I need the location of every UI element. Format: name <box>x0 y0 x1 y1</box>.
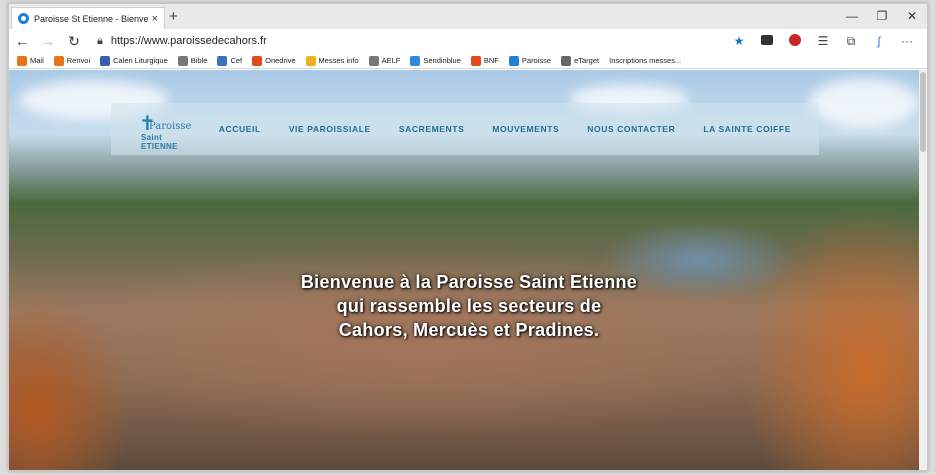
collections-icon[interactable]: ⧉ <box>837 34 865 49</box>
hero-line-1: Bienvenue à la Paroisse Saint Etienne <box>300 272 638 292</box>
extension-red-icon[interactable] <box>781 33 809 49</box>
bookmark-favicon-icon <box>561 55 572 66</box>
scrollbar-thumb[interactable] <box>920 72 926 152</box>
restore-button[interactable]: ❐ <box>867 4 897 29</box>
logo-line1: Paroisse <box>149 121 192 132</box>
bookmark-label: AELF <box>381 56 401 65</box>
bookmark-favicon-icon <box>508 55 519 66</box>
tab-bar: Paroisse St Etienne - Bienvenue × + — ❐ … <box>9 4 927 29</box>
bookmark-calen-liturgique[interactable]: Calen Liturgique <box>100 55 168 66</box>
bookmark-renvoi[interactable]: Renvoi <box>53 55 91 66</box>
page-scrollbar[interactable] <box>919 70 927 470</box>
bookmark-label: Paroisse <box>521 56 552 65</box>
bookmark-label: Sendinblue <box>423 56 461 65</box>
site-logo[interactable]: ✝ Paroisse Saint ETIENNE <box>111 103 192 155</box>
bookmark-sendinblue[interactable]: Sendinblue <box>410 55 461 66</box>
window-controls: — ❐ ✕ <box>837 4 927 29</box>
bookmark-favicon-icon <box>100 55 111 66</box>
bookmark-label: Cef <box>230 56 243 65</box>
web-page: ✝ Paroisse Saint ETIENNE ACCUEIL VIE PAR… <box>9 70 921 470</box>
bookmark-favicon-icon <box>177 55 188 66</box>
bookmark-aelf[interactable]: AELF <box>368 55 401 66</box>
site-menu: ACCUEIL VIE PAROISSIALE SACREMENTS MOUVE… <box>219 124 819 134</box>
tab-active[interactable]: Paroisse St Etienne - Bienvenue × <box>11 7 165 29</box>
browser-window: Paroisse St Etienne - Bienvenue × + — ❐ … <box>8 3 928 471</box>
minimize-button[interactable]: — <box>837 4 867 29</box>
bookmark-favicon-icon <box>470 55 481 66</box>
bookmark-label: BNF <box>483 56 499 65</box>
close-window-button[interactable]: ✕ <box>897 4 927 29</box>
menu-accueil[interactable]: ACCUEIL <box>219 124 261 134</box>
favorite-star-icon[interactable]: ★ <box>725 34 753 48</box>
bookmark-mail[interactable]: Mail <box>17 55 44 66</box>
bookmark-onedrive[interactable]: Onedrive <box>252 55 296 66</box>
address-toolbar: ← → ↻ 🔒︎ https://www.paroissedecahors.fr… <box>9 29 927 53</box>
bookmark-paroisse[interactable]: Paroisse <box>508 55 552 66</box>
bookmarks-bar: Mail Renvoi Calen Liturgique Bible Cef Onedri… <box>9 53 927 69</box>
bookmark-favicon-icon <box>305 55 316 66</box>
bookmark-label: eTarget <box>574 56 600 65</box>
address-bar[interactable]: https://www.paroissedecahors.fr <box>111 35 267 47</box>
menu-nous-contacter[interactable]: NOUS CONTACTER <box>587 124 675 134</box>
bookmark-favicon-icon <box>17 55 27 66</box>
bookmark-bible[interactable]: Bible <box>177 55 208 66</box>
hero-line-3: Cahors, Mercuès et Pradines. <box>338 320 600 340</box>
settings-menu-button[interactable]: ··· <box>893 34 921 48</box>
menu-mouvements[interactable]: MOUVEMENTS <box>492 124 559 134</box>
sky-cloud <box>809 78 919 128</box>
bookmark-favicon-icon <box>252 55 263 66</box>
lock-icon[interactable]: 🔒︎ <box>97 35 103 48</box>
toolbar-actions: ★ ☰ ⧉ ʃ ··· <box>725 29 921 53</box>
bookmark-favicon-icon <box>368 55 379 66</box>
hero-welcome-text: Bienvenue à la Paroisse Saint Etienne qu… <box>209 270 729 342</box>
site-header: ✝ Paroisse Saint ETIENNE ACCUEIL VIE PAR… <box>111 103 819 155</box>
bookmark-favicon-icon <box>217 55 228 66</box>
tab-close-icon[interactable]: × <box>152 13 158 25</box>
favorites-list-icon[interactable]: ☰ <box>809 34 837 48</box>
extension-dark-icon[interactable] <box>753 34 781 48</box>
menu-sacrements[interactable]: SACREMENTS <box>399 124 465 134</box>
bookmark-label: Calen Liturgique <box>113 56 168 65</box>
bookmark-messes-info[interactable]: Messes info <box>305 55 359 66</box>
reload-button[interactable]: ↻ <box>61 33 87 50</box>
tab-title: Paroisse St Etienne - Bienvenue <box>34 13 148 24</box>
bookmark-favicon-icon <box>410 55 421 66</box>
hero-line-2: qui rassemble les secteurs de <box>336 296 602 316</box>
back-button[interactable]: ← <box>9 33 35 49</box>
bookmark-label: Bible <box>190 56 208 65</box>
bookmark-bnf[interactable]: BNF <box>470 55 499 66</box>
site-favicon-icon <box>18 13 29 24</box>
bookmark-etarget[interactable]: eTarget <box>561 55 600 66</box>
logo-line2: Saint ETIENNE <box>141 133 178 151</box>
bookmark-label: Messes info <box>318 56 359 65</box>
bookmark-label: Renvoi <box>66 56 91 65</box>
bookmark-cef[interactable]: Cef <box>217 55 243 66</box>
bookmark-label: Inscriptions messes... <box>609 56 682 65</box>
bookmark-inscriptions-messes[interactable]: Inscriptions messes... <box>609 56 681 65</box>
bookmark-label: Onedrive <box>265 56 296 65</box>
bookmark-label: Mail <box>30 56 44 65</box>
new-tab-button[interactable]: + <box>169 7 178 27</box>
menu-vie-paroissiale[interactable]: VIE PAROISSIALE <box>289 124 371 134</box>
menu-la-sainte-coiffe[interactable]: LA SAINTE COIFFE <box>703 124 791 134</box>
profile-icon[interactable]: ʃ <box>865 34 893 48</box>
forward-button[interactable]: → <box>35 33 61 49</box>
bookmark-favicon-icon <box>53 55 64 66</box>
